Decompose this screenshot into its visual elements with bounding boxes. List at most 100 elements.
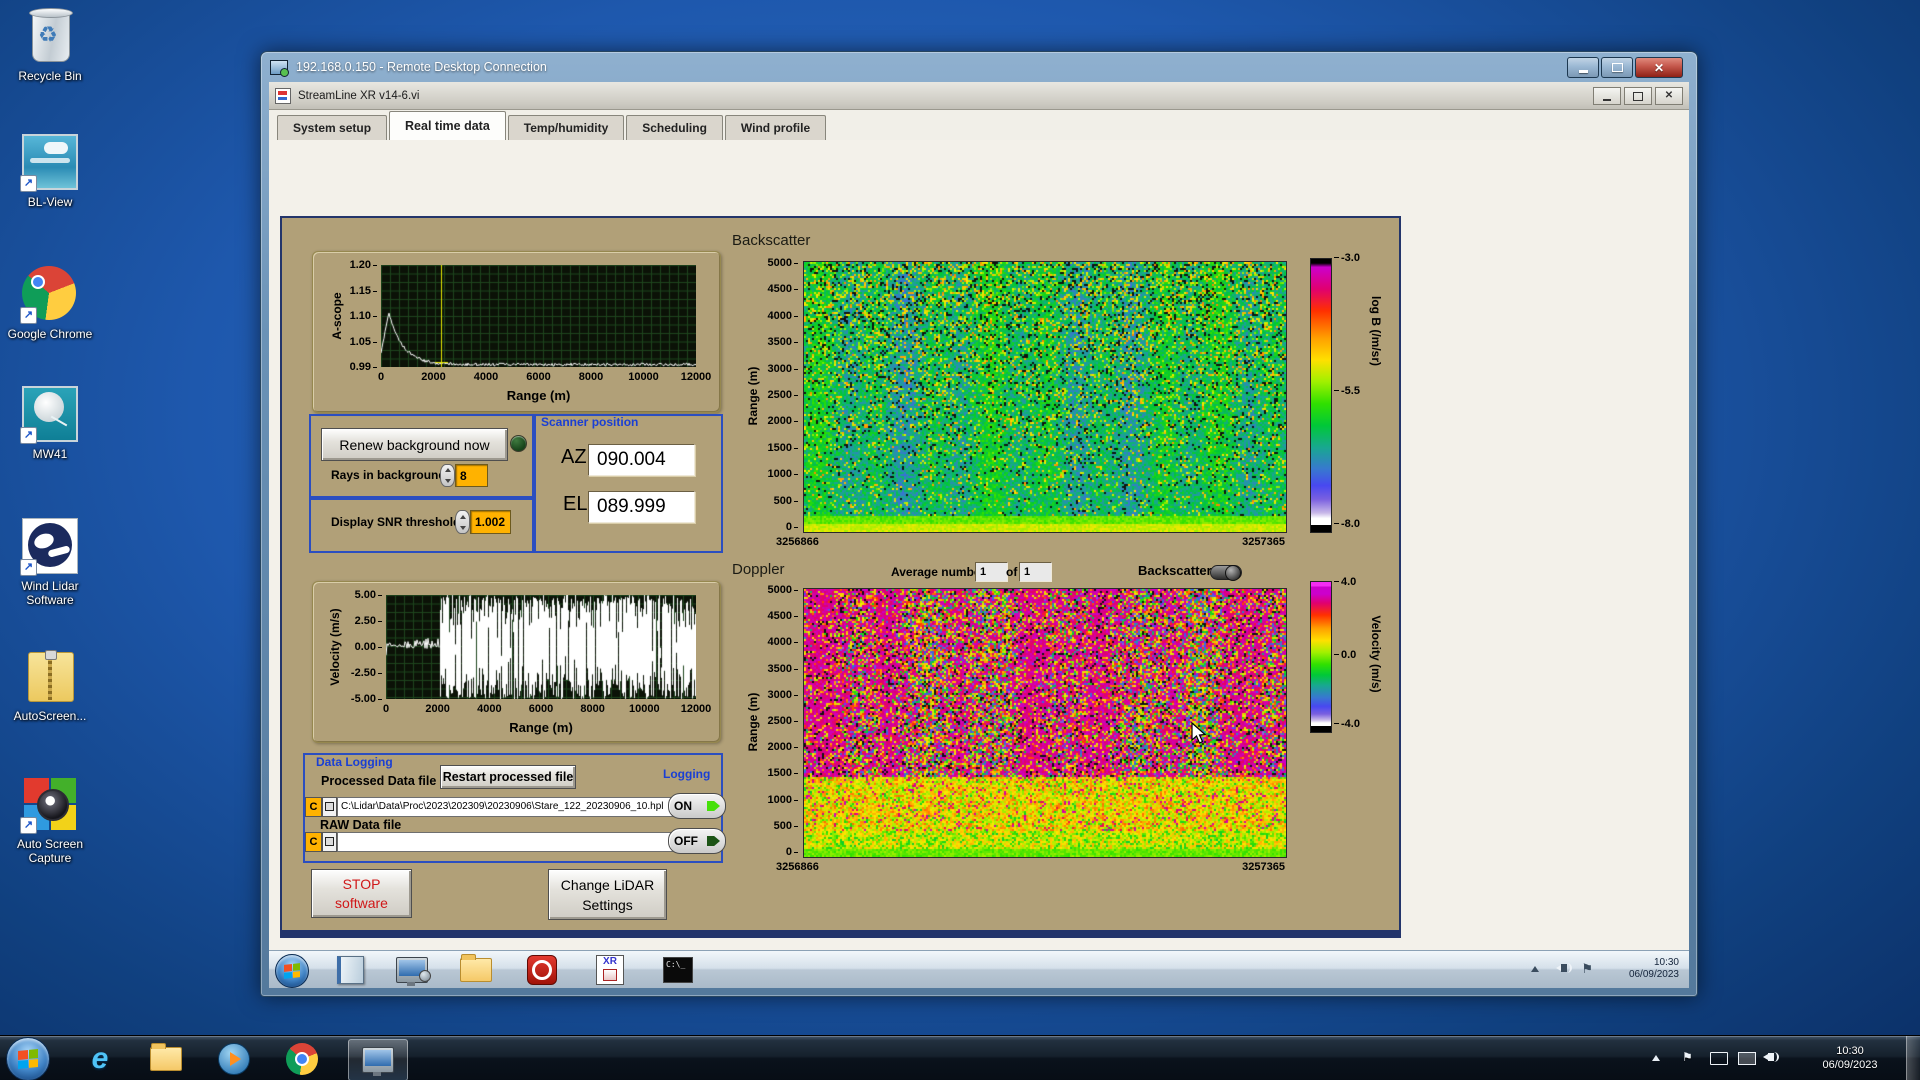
remote-taskbar-streamline-vi-icon[interactable]: XR xyxy=(589,956,631,984)
tick-label: 12000 xyxy=(681,371,712,383)
remote-taskbar-display-settings-icon[interactable] xyxy=(391,956,433,984)
tray-expand-icon[interactable] xyxy=(1652,1055,1660,1061)
toggle-knob[interactable] xyxy=(1225,565,1241,581)
rdp-minimize-button[interactable] xyxy=(1567,57,1599,78)
tick-label: -2.50 xyxy=(351,667,382,679)
taskbar-explorer-icon[interactable] xyxy=(146,1039,186,1079)
remote-tray-expand-icon[interactable] xyxy=(1531,966,1539,972)
snr-value-field[interactable]: 1.002 xyxy=(470,510,511,534)
show-desktop-button[interactable] xyxy=(1906,1036,1920,1080)
remote-desktop-icon xyxy=(362,1047,394,1073)
raw-browse-button[interactable] xyxy=(322,832,337,852)
tab-temp-humidity[interactable]: Temp/humidity xyxy=(508,115,624,140)
decrement-icon[interactable] xyxy=(460,526,466,530)
remote-taskbar-power-app-icon[interactable] xyxy=(521,956,563,984)
tab-scheduling[interactable]: Scheduling xyxy=(626,115,723,140)
stop-software-button[interactable]: STOP software xyxy=(311,869,412,918)
rays-value-field[interactable]: 8 xyxy=(455,464,488,487)
tick-label: 3000 xyxy=(768,363,798,375)
tick-label: 10000 xyxy=(628,371,659,383)
backscatter-toggle-switch[interactable] xyxy=(1210,565,1242,580)
tray-display-icon[interactable] xyxy=(1710,1052,1728,1065)
tab-real-time-data[interactable]: Real time data xyxy=(389,111,506,140)
ascope-graph[interactable]: A-scope 1.20 1.15 1.10 1.05 0.99 0 2000 4000 60… xyxy=(312,251,721,413)
taskbar-internet-explorer-icon[interactable]: e xyxy=(80,1039,120,1079)
velocity-x-axis-label: Range (m) xyxy=(386,720,696,735)
windows-logo-icon xyxy=(18,1049,38,1069)
tick-label: 1.05 xyxy=(350,336,377,348)
increment-icon[interactable] xyxy=(445,468,451,472)
velocity-y-ticks: 5.00 2.50 0.00 -2.50 -5.00 xyxy=(339,595,382,699)
desktop-icon-wind-lidar[interactable]: ↗ Wind Lidar Software xyxy=(2,518,98,607)
app-maximize-button[interactable] xyxy=(1624,87,1652,105)
el-value-field[interactable]: 089.999 xyxy=(588,491,695,523)
raw-data-file-label: RAW Data file xyxy=(320,818,401,832)
raw-path-field[interactable] xyxy=(337,832,673,852)
decrement-icon[interactable] xyxy=(445,479,451,483)
app-minimize-button[interactable] xyxy=(1593,87,1621,105)
taskbar-chrome-icon[interactable] xyxy=(282,1039,322,1079)
shortcut-arrow-icon: ↗ xyxy=(20,559,37,576)
app-title-bar[interactable]: StreamLine XR v14-6.vi ✕ xyxy=(269,82,1689,110)
average-total-field[interactable]: 1 xyxy=(1019,562,1052,582)
desktop-icon-recycle-bin[interactable]: ♻ Recycle Bin xyxy=(2,8,98,83)
processed-logging-on-button[interactable]: ON xyxy=(668,793,726,819)
remote-clock[interactable]: 10:30 06/09/2023 xyxy=(1629,957,1679,981)
desktop-icon-mw41[interactable]: ↗ MW41 xyxy=(2,386,98,461)
raw-drive-letter[interactable]: C xyxy=(305,832,322,852)
processed-path-field[interactable]: C:\Lidar\Data\Proc\2023\202309\20230906\… xyxy=(337,797,673,817)
backscatter-colorbar xyxy=(1310,258,1332,533)
ascope-plot-canvas[interactable] xyxy=(381,265,696,367)
velocity-plot-canvas[interactable] xyxy=(386,595,696,699)
doppler-x-end: 3257365 xyxy=(1185,861,1285,873)
taskbar-clock[interactable]: 10:30 06/09/2023 xyxy=(1800,1044,1900,1072)
logging-label: Logging xyxy=(663,767,710,781)
az-value-field[interactable]: 090.004 xyxy=(588,444,695,476)
tab-wind-profile[interactable]: Wind profile xyxy=(725,115,826,140)
app-close-button[interactable]: ✕ xyxy=(1655,87,1683,105)
tick-label: 6000 xyxy=(526,371,550,383)
mw41-icon: ↗ xyxy=(22,386,78,442)
tick-label: 10000 xyxy=(629,703,660,715)
change-lidar-settings-button[interactable]: Change LiDAR Settings xyxy=(548,869,667,920)
remote-tray-flag-icon[interactable]: ⚑ xyxy=(1581,961,1593,977)
desktop-icon-google-chrome[interactable]: ↗ Google Chrome xyxy=(2,266,98,341)
taskbar-rdp-button-active[interactable] xyxy=(348,1039,408,1080)
desktop-icon-autoscreen[interactable]: AutoScreen... xyxy=(2,648,98,723)
rdp-restore-button[interactable] xyxy=(1601,57,1633,78)
remote-taskbar-terminal-icon[interactable]: C:\_ xyxy=(657,956,699,984)
remote-taskbar-folder-icon[interactable] xyxy=(455,956,497,984)
tray-action-center-icon[interactable]: ⚑ xyxy=(1682,1050,1693,1064)
raw-logging-off-button[interactable]: OFF xyxy=(668,828,726,854)
tick-label: 8000 xyxy=(579,371,603,383)
tray-network-icon[interactable] xyxy=(1738,1052,1756,1065)
ie-icon: e xyxy=(92,1042,109,1076)
remote-taskbar-notepad-icon[interactable] xyxy=(329,956,371,984)
average-number-field[interactable]: 1 xyxy=(975,562,1008,582)
doppler-heatmap-canvas[interactable] xyxy=(803,588,1287,858)
start-button[interactable] xyxy=(6,1037,50,1080)
tick-label: -5.00 xyxy=(351,693,382,705)
velocity-graph[interactable]: Velocity (m/s) 5.00 2.50 0.00 -2.50 -5.00 02… xyxy=(312,581,721,743)
processed-browse-button[interactable] xyxy=(322,797,337,817)
taskbar-media-player-icon[interactable] xyxy=(214,1039,254,1079)
rdp-title-bar[interactable]: 192.168.0.150 - Remote Desktop Connectio… xyxy=(261,52,1697,82)
processed-drive-letter[interactable]: C xyxy=(305,797,322,817)
tray-volume-icon[interactable] xyxy=(1768,1053,1774,1061)
minimize-icon xyxy=(1579,70,1588,73)
desktop-icon-bl-view[interactable]: ↗ BL-View xyxy=(2,134,98,209)
tab-system-setup[interactable]: System setup xyxy=(277,115,387,140)
backscatter-y-ticks: 5000 4500 4000 3500 3000 2500 2000 1500 1000 500 0 xyxy=(730,263,798,527)
renew-background-button[interactable]: Renew background now xyxy=(321,428,508,461)
shortcut-arrow-icon: ↗ xyxy=(20,817,37,834)
rays-spinner[interactable] xyxy=(440,464,455,487)
rdp-close-button[interactable]: ✕ xyxy=(1635,57,1683,78)
tick-label: 8000 xyxy=(580,703,604,715)
increment-icon[interactable] xyxy=(460,515,466,519)
backscatter-heatmap-canvas[interactable] xyxy=(803,261,1287,533)
restart-processed-file-button[interactable]: Restart processed file xyxy=(440,765,576,789)
remote-tray-volume-icon[interactable] xyxy=(1561,964,1567,972)
remote-start-button[interactable] xyxy=(275,954,309,988)
desktop-icon-auto-screen-capture[interactable]: ↗ Auto Screen Capture xyxy=(2,776,98,865)
snr-spinner[interactable] xyxy=(455,510,470,534)
